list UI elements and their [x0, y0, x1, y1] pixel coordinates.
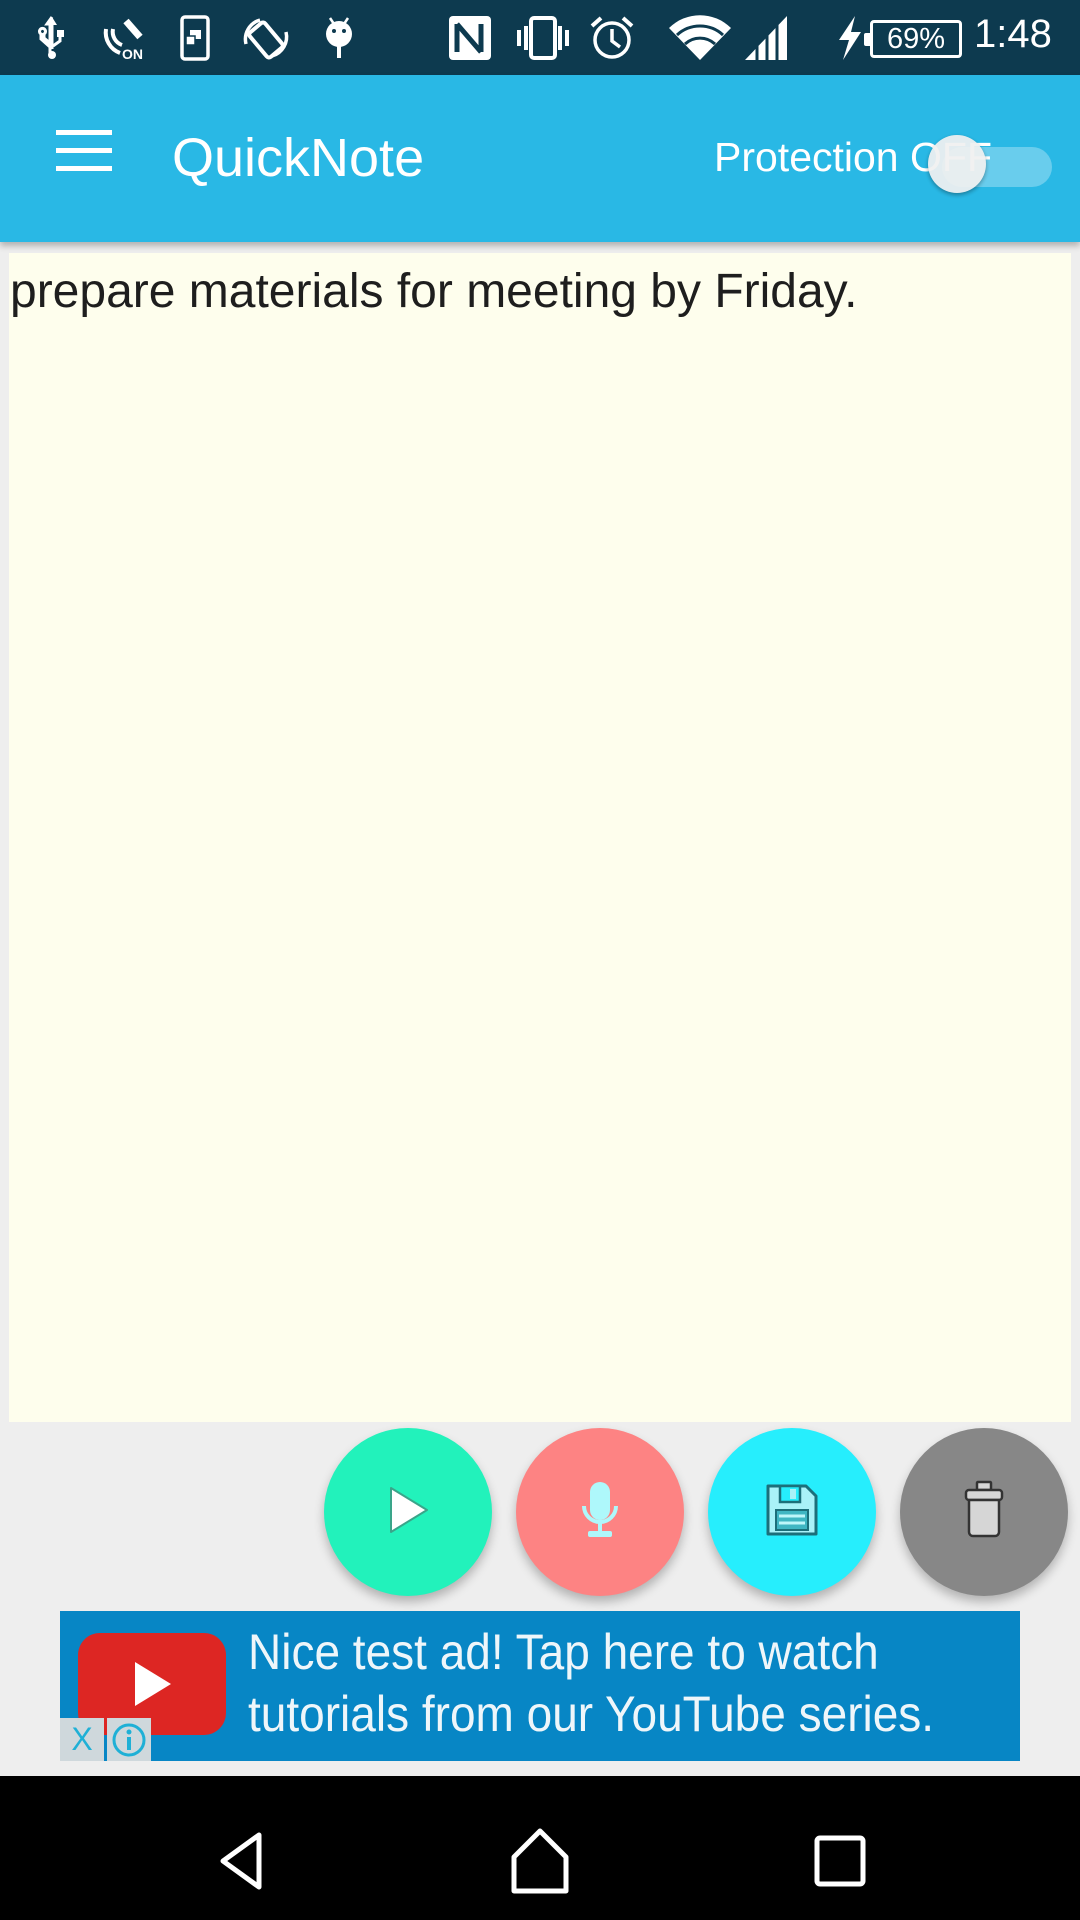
- ad-text-line-1: Nice test ad! Tap here to watch: [248, 1624, 879, 1680]
- info-icon: [112, 1723, 146, 1756]
- ad-controls: X: [60, 1718, 151, 1761]
- status-bar: ON 69% 1:48: [0, 0, 1080, 75]
- svg-text:ON: ON: [122, 46, 143, 61]
- home-icon: [511, 1828, 569, 1894]
- ad-banner[interactable]: Nice test ad! Tap here to watch tutorial…: [60, 1611, 1020, 1761]
- protection-label-text: Protection: [714, 134, 899, 180]
- record-button[interactable]: [516, 1428, 684, 1596]
- play-button[interactable]: [324, 1428, 492, 1596]
- app-title: QuickNote: [172, 128, 425, 188]
- clock: 1:48: [974, 12, 1052, 56]
- app-bar: QuickNote Protection OFF: [0, 75, 1080, 242]
- android-debug-icon: [322, 14, 356, 62]
- nfc-icon: [446, 14, 494, 62]
- recents-icon: [814, 1835, 866, 1887]
- screen-mirror-icon: [178, 14, 212, 62]
- back-button[interactable]: [196, 1816, 286, 1906]
- home-button[interactable]: [495, 1816, 585, 1906]
- close-icon: X: [71, 1721, 93, 1757]
- alarm-icon: [588, 14, 636, 62]
- usb-icon: [34, 14, 70, 62]
- wifi-icon: [668, 14, 732, 62]
- note-area: prepare materials for meeting by Friday.: [9, 253, 1071, 1422]
- note-input[interactable]: prepare materials for meeting by Friday.: [9, 253, 1071, 1422]
- battery-level: 69%: [886, 22, 946, 55]
- trash-icon: [962, 1480, 1006, 1545]
- charging-icon: [834, 14, 864, 62]
- volte-on-icon: ON: [100, 14, 148, 62]
- hamburger-menu-icon[interactable]: [50, 130, 116, 180]
- save-button[interactable]: [708, 1428, 876, 1596]
- toggle-thumb[interactable]: [928, 135, 986, 193]
- vibrate-icon: [514, 14, 572, 62]
- ad-info-button[interactable]: [107, 1718, 151, 1761]
- floppy-disk-icon: [764, 1482, 820, 1543]
- ad-text-line-2: tutorials from our YouTube series.: [248, 1686, 935, 1742]
- ad-close-button[interactable]: X: [60, 1718, 104, 1761]
- recents-button[interactable]: [795, 1816, 885, 1906]
- back-icon: [220, 1832, 262, 1890]
- delete-button[interactable]: [900, 1428, 1068, 1596]
- navigation-bar: [0, 1776, 1080, 1920]
- auto-rotate-icon: [240, 14, 292, 62]
- battery-indicator: 69%: [864, 20, 962, 58]
- ad-text: Nice test ad! Tap here to watch tutorial…: [248, 1621, 956, 1745]
- play-icon: [383, 1482, 433, 1543]
- microphone-icon: [580, 1480, 620, 1545]
- cell-signal-icon: [742, 14, 790, 62]
